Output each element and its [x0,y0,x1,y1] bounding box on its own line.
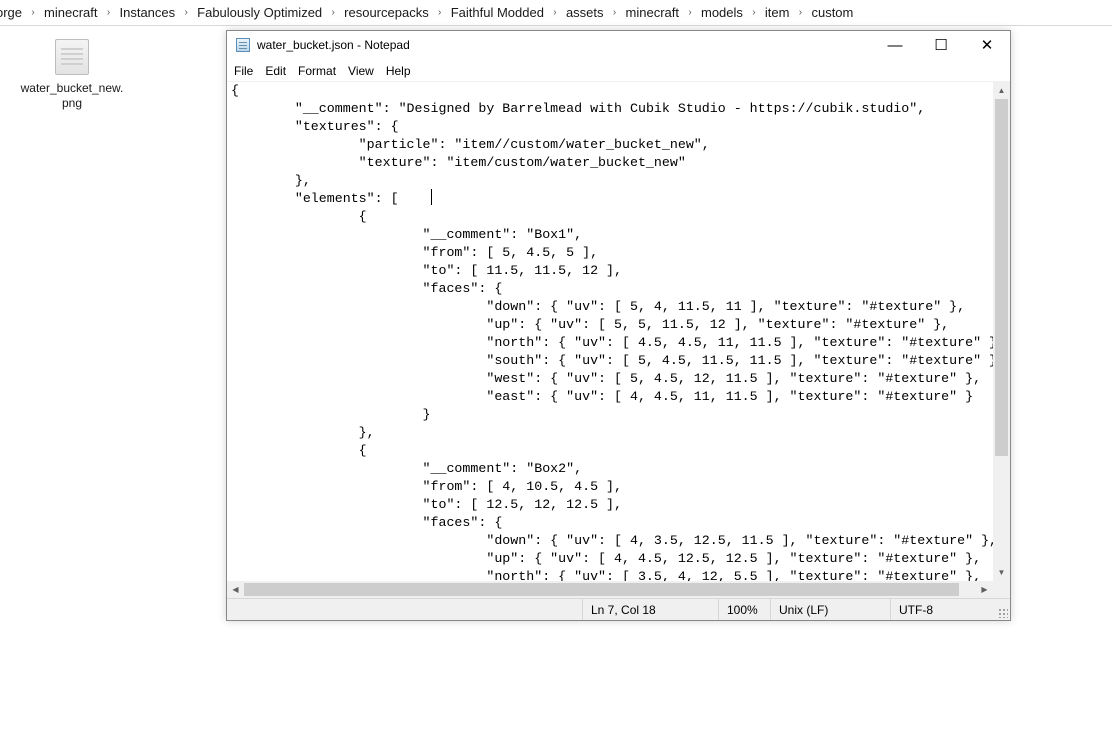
resize-grip-icon[interactable] [998,608,1008,618]
minimize-button[interactable]: — [872,31,918,59]
breadcrumb-item[interactable]: models [697,2,747,24]
image-file-icon [55,39,89,75]
text-editor[interactable]: { "__comment": "Designed by Barrelmead w… [227,82,993,581]
breadcrumb-item[interactable]: Instances [116,2,180,24]
maximize-button[interactable]: ☐ [918,31,964,59]
close-icon: ✕ [980,37,994,54]
notepad-icon [236,38,250,52]
chevron-right-icon[interactable]: › [747,7,761,18]
file-item-water-bucket-new[interactable]: water_bucket_new.png [20,39,124,111]
horizontal-scrollbar[interactable]: ◀ [227,581,993,598]
title-bar[interactable]: water_bucket.json - Notepad — ☐ ✕ [227,31,1010,59]
file-name: water_bucket_new.png [20,81,124,110]
notepad-window: water_bucket.json - Notepad — ☐ ✕ File E… [226,30,1011,621]
scroll-left-icon[interactable]: ◀ [227,581,244,598]
window-controls: — ☐ ✕ [872,31,1010,59]
breadcrumb-item[interactable]: assets [562,2,608,24]
breadcrumb-item[interactable]: minecraft [40,2,101,24]
chevron-right-icon[interactable]: › [608,7,622,18]
chevron-right-icon[interactable]: › [179,7,193,18]
chevron-right-icon[interactable]: › [683,7,697,18]
vertical-scrollbar[interactable]: ▲ ▼ [993,82,1010,581]
encoding: UTF-8 [890,599,1010,620]
scroll-down-icon[interactable]: ▼ [993,564,1010,581]
chevron-right-icon[interactable]: › [433,7,447,18]
editor-content[interactable]: { "__comment": "Designed by Barrelmead w… [227,82,993,581]
horizontal-scroll-thumb[interactable] [244,583,959,596]
chevron-right-icon[interactable]: › [793,7,807,18]
window-title: water_bucket.json - Notepad [257,38,410,52]
status-bar: Ln 7, Col 18 100% Unix (LF) UTF-8 [227,598,1010,620]
cursor-position: Ln 7, Col 18 [582,599,718,620]
breadcrumb: orge›minecraft›Instances›Fabulously Opti… [0,0,1112,26]
scroll-up-icon[interactable]: ▲ [993,82,1010,99]
line-ending: Unix (LF) [770,599,890,620]
chevron-right-icon[interactable]: › [326,7,340,18]
scrollbar-corner: ▶ [981,581,1010,598]
chevron-right-icon[interactable]: › [26,7,40,18]
breadcrumb-item[interactable]: Faithful Modded [447,2,548,24]
minimize-icon: — [887,36,903,54]
text-caret [431,189,432,205]
menu-bar: File Edit Format View Help [227,60,1010,82]
chevron-right-icon[interactable]: › [102,7,116,18]
maximize-icon: ☐ [934,37,948,54]
breadcrumb-item[interactable]: Fabulously Optimized [193,2,326,24]
vertical-scroll-thumb[interactable] [995,99,1008,456]
close-button[interactable]: ✕ [964,31,1010,59]
menu-file[interactable]: File [227,60,259,82]
menu-view[interactable]: View [342,60,380,82]
menu-format[interactable]: Format [292,60,342,82]
breadcrumb-item[interactable]: item [761,2,794,24]
breadcrumb-item[interactable]: resourcepacks [340,2,433,24]
chevron-right-icon[interactable]: › [548,7,562,18]
breadcrumb-item[interactable]: minecraft [622,2,683,24]
scroll-right-icon[interactable]: ▶ [976,581,993,598]
breadcrumb-item[interactable]: custom [807,2,857,24]
zoom-level: 100% [718,599,770,620]
breadcrumb-item[interactable]: orge [0,2,26,24]
menu-help[interactable]: Help [380,60,417,82]
menu-edit[interactable]: Edit [259,60,292,82]
